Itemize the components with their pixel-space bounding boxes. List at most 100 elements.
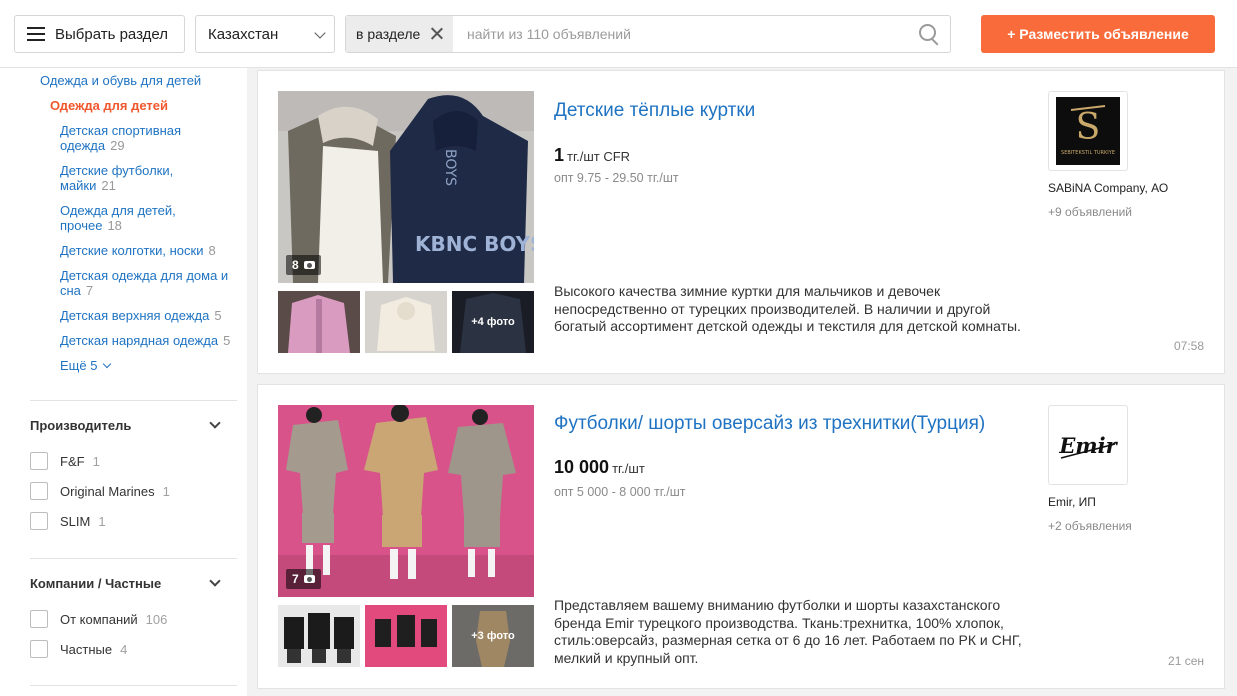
subcategory-item[interactable]: Одежда для детей, прочее 18: [60, 203, 185, 233]
subcategory-count: 5: [223, 333, 231, 348]
filter-option-label: Original Marines: [60, 483, 155, 499]
filter-option[interactable]: SLIM 1: [30, 512, 106, 530]
listing-thumbnail[interactable]: [365, 605, 447, 667]
subcategory-count: 5: [214, 308, 222, 323]
filter-option[interactable]: F&F 1: [30, 452, 100, 470]
price-value: 10 000: [554, 457, 610, 477]
seller-more-ads-link[interactable]: +2 объявления: [1048, 519, 1132, 533]
kids-pink-bg-thumb: [365, 605, 447, 667]
show-more-link[interactable]: Ещё 5: [60, 358, 245, 373]
subcategory-item[interactable]: Детская спортивная одежда 29: [60, 123, 195, 153]
emir-logo: Emir: [1058, 433, 1119, 459]
more-photos-thumbnail[interactable]: +3 фото: [452, 605, 534, 667]
select-section-label: Выбрать раздел: [55, 25, 168, 43]
more-photos-label: +3 фото: [471, 630, 515, 642]
subcategory-count: 29: [110, 138, 125, 153]
listing-title-link[interactable]: Детские тёплые куртки: [554, 100, 755, 122]
seller-more-ads-link[interactable]: +9 объявлений: [1048, 205, 1132, 219]
photo-count-badge: 8: [286, 255, 321, 275]
checkbox[interactable]: [30, 610, 48, 628]
subcategory-item[interactable]: Детские колготки, носки 8: [60, 243, 245, 258]
filter-option[interactable]: От компаний 106: [30, 610, 167, 628]
filter-option[interactable]: Original Marines 1: [30, 482, 170, 500]
jacket-print-text: KBNC BOYS: [415, 232, 534, 256]
filter-option[interactable]: Частные 4: [30, 640, 127, 658]
seller-name-link[interactable]: Emir, ИП: [1048, 495, 1096, 509]
photo-count: 8: [292, 258, 299, 272]
current-category: Одежда для детей: [50, 98, 169, 113]
svg-text:S: S: [1076, 107, 1101, 148]
listing-thumbnail[interactable]: [278, 291, 360, 353]
pink-jacket-thumb: [278, 291, 360, 353]
checkbox[interactable]: [30, 452, 48, 470]
chevron-down-icon[interactable]: [209, 417, 221, 429]
hamburger-icon: [27, 27, 45, 41]
filter-manufacturer-title[interactable]: Производитель: [30, 418, 131, 433]
select-section-button[interactable]: Выбрать раздел: [14, 15, 185, 53]
price-value: 1: [554, 145, 565, 165]
divider: [30, 400, 237, 401]
seller-logo[interactable]: S SEBITEKSTIL TURKIYE: [1048, 91, 1128, 171]
subcategory-label: Детская верхняя одежда: [60, 308, 210, 323]
photo-count-badge: 7: [286, 569, 321, 589]
listing-description: Высокого качества зимние куртки для маль…: [554, 283, 1021, 334]
divider: [30, 685, 237, 686]
top-bar: Выбрать раздел Казахстан в разделе + Раз…: [0, 0, 1237, 68]
subcategory-count: 21: [101, 178, 116, 193]
search-input[interactable]: [454, 16, 904, 52]
filter-option-label: Частные: [60, 641, 113, 657]
subcategory-list: Детская спортивная одежда 29 Детские футб…: [60, 123, 245, 373]
show-more-label: Ещё 5: [60, 358, 98, 373]
camera-icon: [303, 575, 315, 583]
filter-option-count: 106: [145, 611, 168, 627]
seller-name-link[interactable]: SABiNA Company, АО: [1048, 181, 1168, 195]
close-icon[interactable]: [430, 27, 443, 40]
filter-company-title[interactable]: Компании / Частные: [30, 576, 161, 591]
checkbox[interactable]: [30, 482, 48, 500]
subcategory-count: 8: [208, 243, 216, 258]
search-icon[interactable]: [919, 24, 941, 46]
wholesale-price: опт 5 000 - 8 000 тг./шт: [554, 485, 686, 499]
subcategory-label: Детские футболки, майки: [60, 163, 174, 193]
listing-description: Представляем вашему вниманию футболки и …: [554, 597, 1022, 666]
subcategory-item[interactable]: Детские футболки, майки 21: [60, 163, 185, 193]
photo-count: 7: [292, 572, 299, 586]
listing-main-photo[interactable]: KBNC BOYS BOYS 8: [278, 91, 534, 283]
divider: [30, 558, 237, 559]
filter-option-count: 1: [98, 513, 106, 529]
parent-category-link[interactable]: Одежда и обувь для детей: [40, 73, 201, 88]
listing-price: 1 тг./шт CFR: [554, 145, 630, 166]
listing-time: 07:58: [1173, 339, 1204, 353]
subcategory-count: 7: [85, 283, 94, 298]
subcategory-item[interactable]: Детская одежда для дома и сна 7: [60, 268, 240, 298]
search-box: в разделе: [345, 15, 951, 53]
more-photos-label: +4 фото: [471, 316, 515, 328]
checkbox[interactable]: [30, 640, 48, 658]
listing-main-photo[interactable]: 7: [278, 405, 534, 597]
sidebar: Одежда и обувь для детей Одежда для дете…: [0, 68, 247, 696]
checkbox[interactable]: [30, 512, 48, 530]
logo-text: SEBITEKSTIL TURKIYE: [1061, 150, 1115, 156]
seller-logo[interactable]: Emir: [1048, 405, 1128, 485]
wholesale-price: опт 9.75 - 29.50 тг./шт: [554, 171, 679, 185]
filter-option-label: F&F: [60, 453, 85, 469]
chevron-down-icon[interactable]: [209, 575, 221, 587]
subcategory-label: Детская нарядная одежда: [60, 333, 219, 348]
more-photos-thumbnail[interactable]: +4 фото: [452, 291, 534, 353]
listing-thumbnail[interactable]: [365, 291, 447, 353]
price-unit: тг./шт CFR: [567, 149, 631, 164]
listing-card: KBNC BOYS BOYS 8 +4 фото Детские тёплые …: [257, 70, 1225, 374]
black-tshirts-thumb: [278, 605, 360, 667]
hood-print-text: BOYS: [442, 149, 458, 186]
subcategory-count: 18: [107, 218, 122, 233]
scope-chip-label: в разделе: [356, 26, 421, 42]
subcategory-item[interactable]: Детская нарядная одежда 5: [60, 333, 245, 348]
subcategory-item[interactable]: Детская верхняя одежда 5: [60, 308, 245, 323]
sebitekstil-logo: S SEBITEKSTIL TURKIYE: [1056, 97, 1120, 165]
camera-icon: [303, 261, 315, 269]
listing-title-link[interactable]: Футболки/ шорты оверсайз из трехнитки(Ту…: [554, 413, 985, 435]
post-ad-button[interactable]: + Разместить объявление: [981, 15, 1215, 53]
region-select[interactable]: Казахстан: [195, 15, 335, 53]
listing-thumbnail[interactable]: [278, 605, 360, 667]
filter-option-label: От компаний: [60, 611, 138, 627]
